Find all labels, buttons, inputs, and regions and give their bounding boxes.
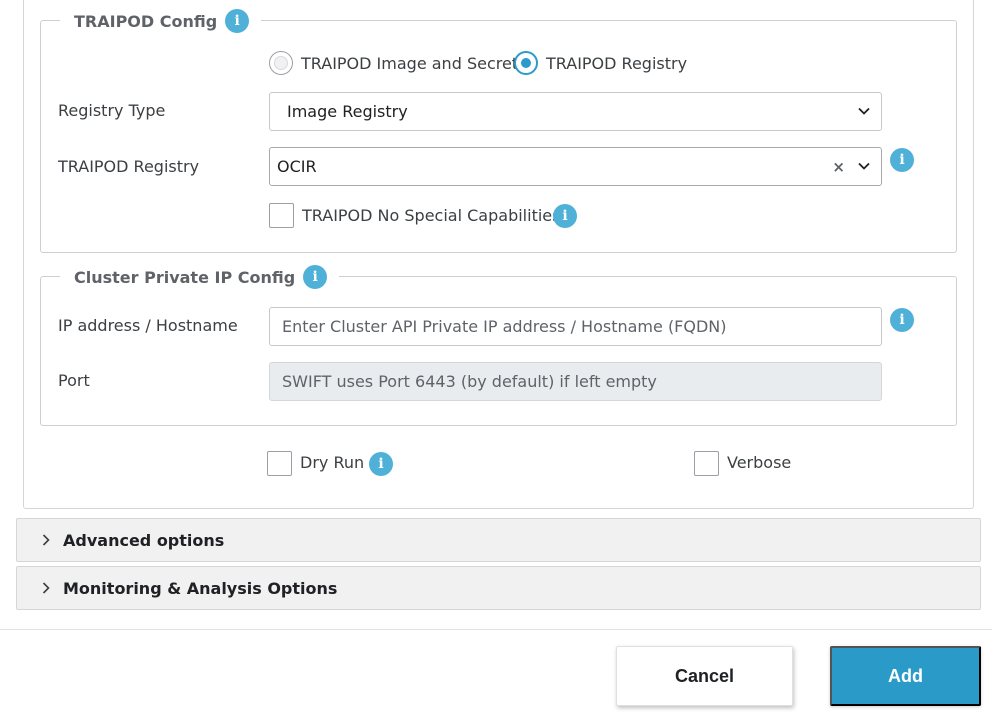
registry-type-label: Registry Type — [58, 101, 166, 120]
cancel-button[interactable]: Cancel — [616, 646, 793, 706]
cluster-config-title: Cluster Private IP Config — [74, 267, 296, 287]
dry-run-checkbox[interactable] — [267, 451, 292, 476]
port-input: SWIFT uses Port 6443 (by default) if lef… — [269, 362, 882, 401]
add-button[interactable]: Add — [830, 646, 981, 706]
info-icon[interactable]: i — [225, 9, 250, 33]
dry-run-label: Dry Run — [300, 453, 365, 472]
radio-label: TRAIPOD Image and Secret — [301, 53, 519, 73]
traipod-registry-value: OCIR — [277, 157, 317, 176]
monitoring-options-label: Monitoring & Analysis Options — [63, 578, 338, 598]
radio-traipod-registry[interactable]: TRAIPOD Registry — [514, 51, 687, 75]
radio-button[interactable] — [514, 51, 538, 75]
ip-hostname-placeholder: Enter Cluster API Private IP address / H… — [282, 317, 727, 336]
cluster-config-legend: Cluster Private IP Config i — [60, 264, 340, 290]
radio-traipod-image-secret[interactable]: TRAIPOD Image and Secret — [269, 51, 518, 75]
monitoring-options-accordion[interactable]: Monitoring & Analysis Options — [16, 566, 981, 610]
registry-type-select[interactable]: Image Registry — [269, 92, 882, 131]
verbose-label: Verbose — [727, 453, 792, 472]
clear-icon[interactable]: × — [832, 158, 845, 176]
ip-hostname-input[interactable]: Enter Cluster API Private IP address / H… — [269, 307, 882, 346]
ip-hostname-label: IP address / Hostname — [58, 316, 238, 335]
advanced-options-accordion[interactable]: Advanced options — [16, 518, 981, 562]
traipod-registry-select[interactable]: OCIR × — [269, 147, 882, 186]
verbose-checkbox[interactable] — [694, 451, 719, 476]
traipod-config-legend: TRAIPOD Config i — [60, 8, 262, 34]
registry-type-value: Image Registry — [287, 102, 408, 121]
info-icon[interactable]: i — [890, 148, 914, 172]
traipod-config-title: TRAIPOD Config — [74, 11, 218, 31]
port-placeholder: SWIFT uses Port 6443 (by default) if lef… — [282, 372, 657, 391]
radio-label: TRAIPOD Registry — [546, 53, 688, 73]
info-icon[interactable]: i — [553, 204, 577, 228]
chevron-down-icon[interactable] — [855, 157, 873, 175]
radio-button[interactable] — [269, 51, 293, 75]
footer-divider — [0, 629, 992, 630]
no-special-capabilities-label: TRAIPOD No Special Capabilities — [302, 206, 561, 225]
info-icon[interactable]: i — [890, 308, 914, 332]
traipod-registry-label: TRAIPOD Registry — [58, 157, 200, 176]
chevron-down-icon — [858, 107, 870, 115]
advanced-options-label: Advanced options — [63, 530, 225, 550]
no-special-capabilities-checkbox[interactable] — [269, 203, 294, 228]
chevron-right-icon — [42, 582, 50, 594]
port-label: Port — [58, 371, 90, 390]
info-icon[interactable]: i — [369, 452, 393, 476]
chevron-right-icon — [42, 534, 50, 546]
info-icon[interactable]: i — [303, 265, 328, 289]
cluster-config-fieldset — [40, 276, 957, 426]
